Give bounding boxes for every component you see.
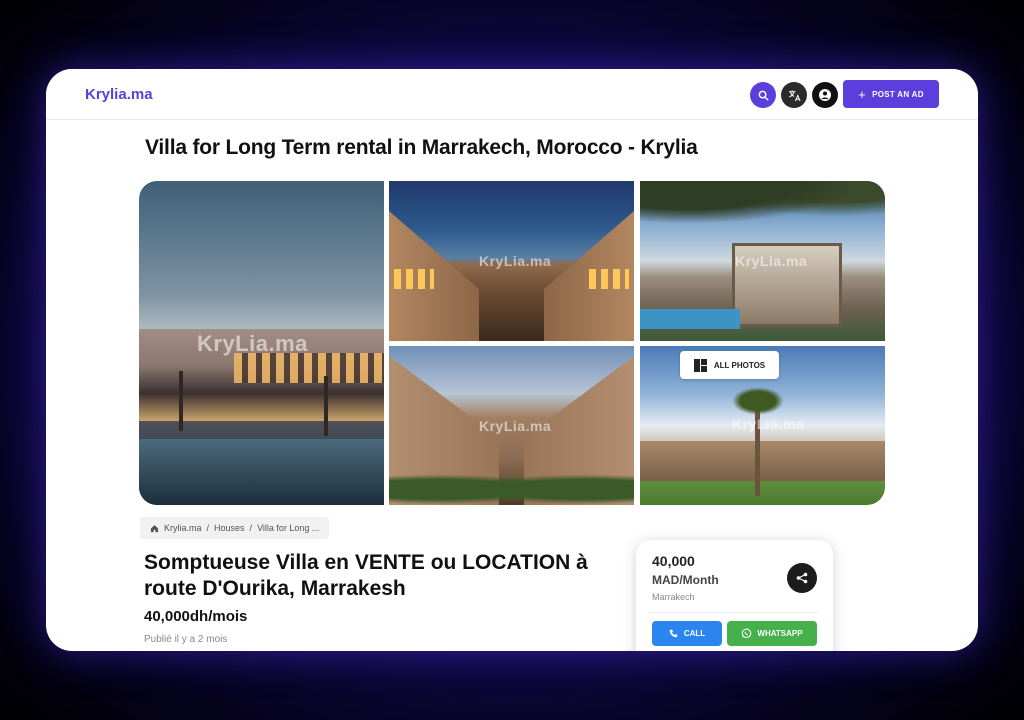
- photo-plants: [389, 466, 634, 505]
- page-title: Villa for Long Term rental in Marrakech,…: [145, 136, 698, 159]
- photo-lit-windows: [394, 269, 434, 289]
- breadcrumb-item-home[interactable]: Krylia.ma: [164, 523, 202, 533]
- plus-icon: +: [858, 86, 867, 102]
- photo-villa-windows: [234, 353, 384, 383]
- translate-icon: [788, 89, 801, 101]
- breadcrumb-item-houses[interactable]: Houses: [214, 523, 245, 533]
- listing-city: Marrakech: [652, 592, 695, 602]
- share-button[interactable]: [787, 563, 817, 593]
- call-button[interactable]: CALL: [652, 621, 722, 646]
- all-photos-button[interactable]: ALL PHOTOS: [680, 351, 779, 379]
- photo-building: [640, 441, 885, 481]
- phone-icon: [669, 629, 678, 638]
- photo-palm-trunk: [179, 371, 183, 431]
- whatsapp-label: WHATSAPP: [757, 629, 803, 638]
- listing-title: Somptueuse Villa en VENTE ou LOCATION à …: [144, 551, 588, 600]
- account-button[interactable]: [812, 82, 838, 108]
- watermark: KryLia.ma: [732, 416, 805, 432]
- photo-gallery: KryLia.ma KryLia.ma KryLia.ma KryLia.ma …: [139, 181, 885, 505]
- gallery-photo-gazebo[interactable]: KryLia.ma: [640, 181, 885, 341]
- home-icon: [150, 524, 159, 532]
- search-icon: [758, 90, 769, 101]
- gallery-photo-courtyard-day[interactable]: KryLia.ma: [389, 346, 634, 505]
- published-date: Publié il y a 2 mois: [144, 634, 228, 645]
- share-icon: [796, 572, 808, 584]
- photo-palm-trunk: [324, 376, 328, 436]
- browser-frame: Krylia.ma + POST AN AD Villa for Long Te…: [46, 69, 978, 651]
- breadcrumb-separator: /: [249, 523, 253, 533]
- breadcrumb-item-current: Villa for Long ...: [257, 523, 320, 533]
- gallery-photo-main[interactable]: KryLia.ma: [139, 181, 384, 505]
- listing-price: 40,000dh/mois: [144, 608, 248, 625]
- whatsapp-icon: [742, 628, 752, 639]
- top-navbar: Krylia.ma + POST AN AD: [46, 69, 978, 120]
- post-ad-label: POST AN AD: [872, 89, 924, 99]
- breadcrumb-separator: /: [206, 523, 210, 533]
- photo-lit-windows: [589, 269, 629, 289]
- watermark: KryLia.ma: [197, 331, 308, 356]
- gallery-grid-icon: [693, 358, 707, 372]
- watermark: KryLia.ma: [479, 418, 552, 434]
- gallery-photo-courtyard-night[interactable]: KryLia.ma: [389, 181, 634, 341]
- price-period: MAD/Month: [652, 573, 719, 587]
- site-logo[interactable]: Krylia.ma: [85, 86, 153, 103]
- photo-tree-canopy: [640, 181, 885, 231]
- card-divider: [650, 612, 819, 613]
- language-button[interactable]: [781, 82, 807, 108]
- price-amount: 40,000: [652, 553, 695, 569]
- all-photos-label: ALL PHOTOS: [713, 360, 766, 370]
- photo-pool: [139, 439, 384, 505]
- post-ad-button[interactable]: + POST AN AD: [843, 80, 939, 108]
- account-icon: [819, 89, 831, 101]
- photo-palm-leaves: [730, 386, 786, 416]
- breadcrumb: Krylia.ma / Houses / Villa for Long ...: [140, 517, 330, 539]
- whatsapp-button[interactable]: WHATSAPP: [727, 621, 817, 646]
- photo-pool: [640, 309, 740, 329]
- call-label: CALL: [683, 629, 706, 638]
- watermark: KryLia.ma: [735, 253, 808, 269]
- watermark: KryLia.ma: [479, 253, 552, 269]
- price-card: 40,000 MAD/Month Marrakech CALL WHATSAPP: [636, 540, 833, 651]
- search-button[interactable]: [750, 82, 776, 108]
